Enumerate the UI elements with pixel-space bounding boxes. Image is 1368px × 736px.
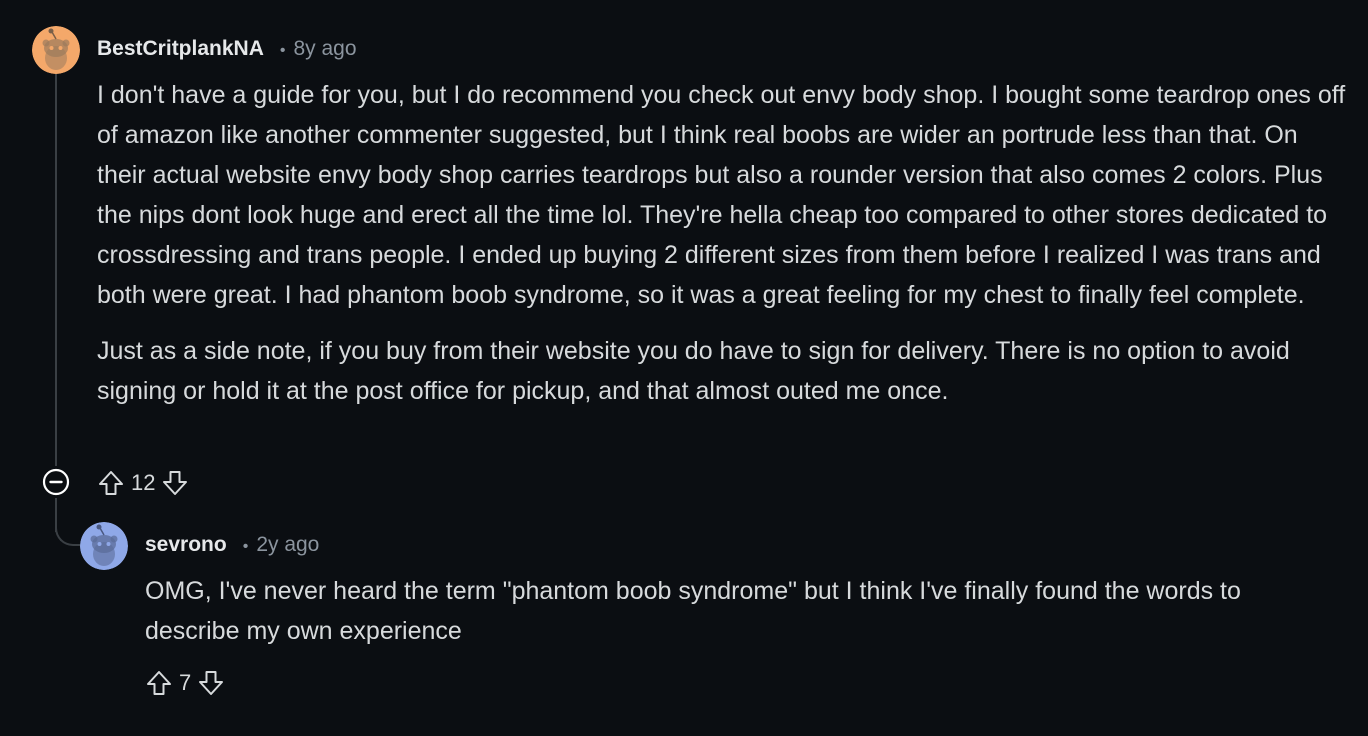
snoo-avatar-icon [80,522,128,570]
upvote-icon [147,671,171,695]
username[interactable]: sevrono [145,533,227,557]
vote-score: 7 [179,670,192,695]
comment-meta: BestCritplankNA • 8y ago [97,37,357,61]
thread-line-curve [55,512,83,546]
meta-separator: • [242,538,249,555]
avatar[interactable] [80,522,128,570]
snoo-avatar-icon [32,26,80,74]
comment-paragraph: OMG, I've never heard the term "phantom … [145,577,1241,645]
collapse-thread-icon [42,468,70,496]
comment-body: OMG, I've never heard the term "phantom … [145,571,1335,651]
comment-meta: sevrono • 2y ago [145,533,319,557]
timestamp[interactable]: 2y ago [256,533,319,557]
downvote-icon [163,471,188,495]
downvote-button[interactable] [195,667,227,699]
vote-score: 12 [131,470,156,495]
comment-body: I don't have a guide for you, but I do r… [97,75,1347,411]
downvote-icon [199,671,224,695]
vote-bar: 12 [95,467,191,499]
thread-line-vertical [55,74,57,466]
avatar[interactable] [32,26,80,74]
meta-separator: • [279,42,286,59]
comment-paragraph: I don't have a guide for you, but I do r… [97,81,1346,309]
comment-paragraph: Just as a side note, if you buy from the… [97,337,1290,405]
vote-bar: 7 [143,667,227,699]
collapse-thread-button[interactable] [42,468,70,496]
username[interactable]: BestCritplankNA [97,37,264,61]
timestamp[interactable]: 8y ago [293,37,356,61]
upvote-button[interactable] [143,667,175,699]
downvote-button[interactable] [159,467,191,499]
upvote-button[interactable] [95,467,127,499]
upvote-icon [99,471,123,495]
